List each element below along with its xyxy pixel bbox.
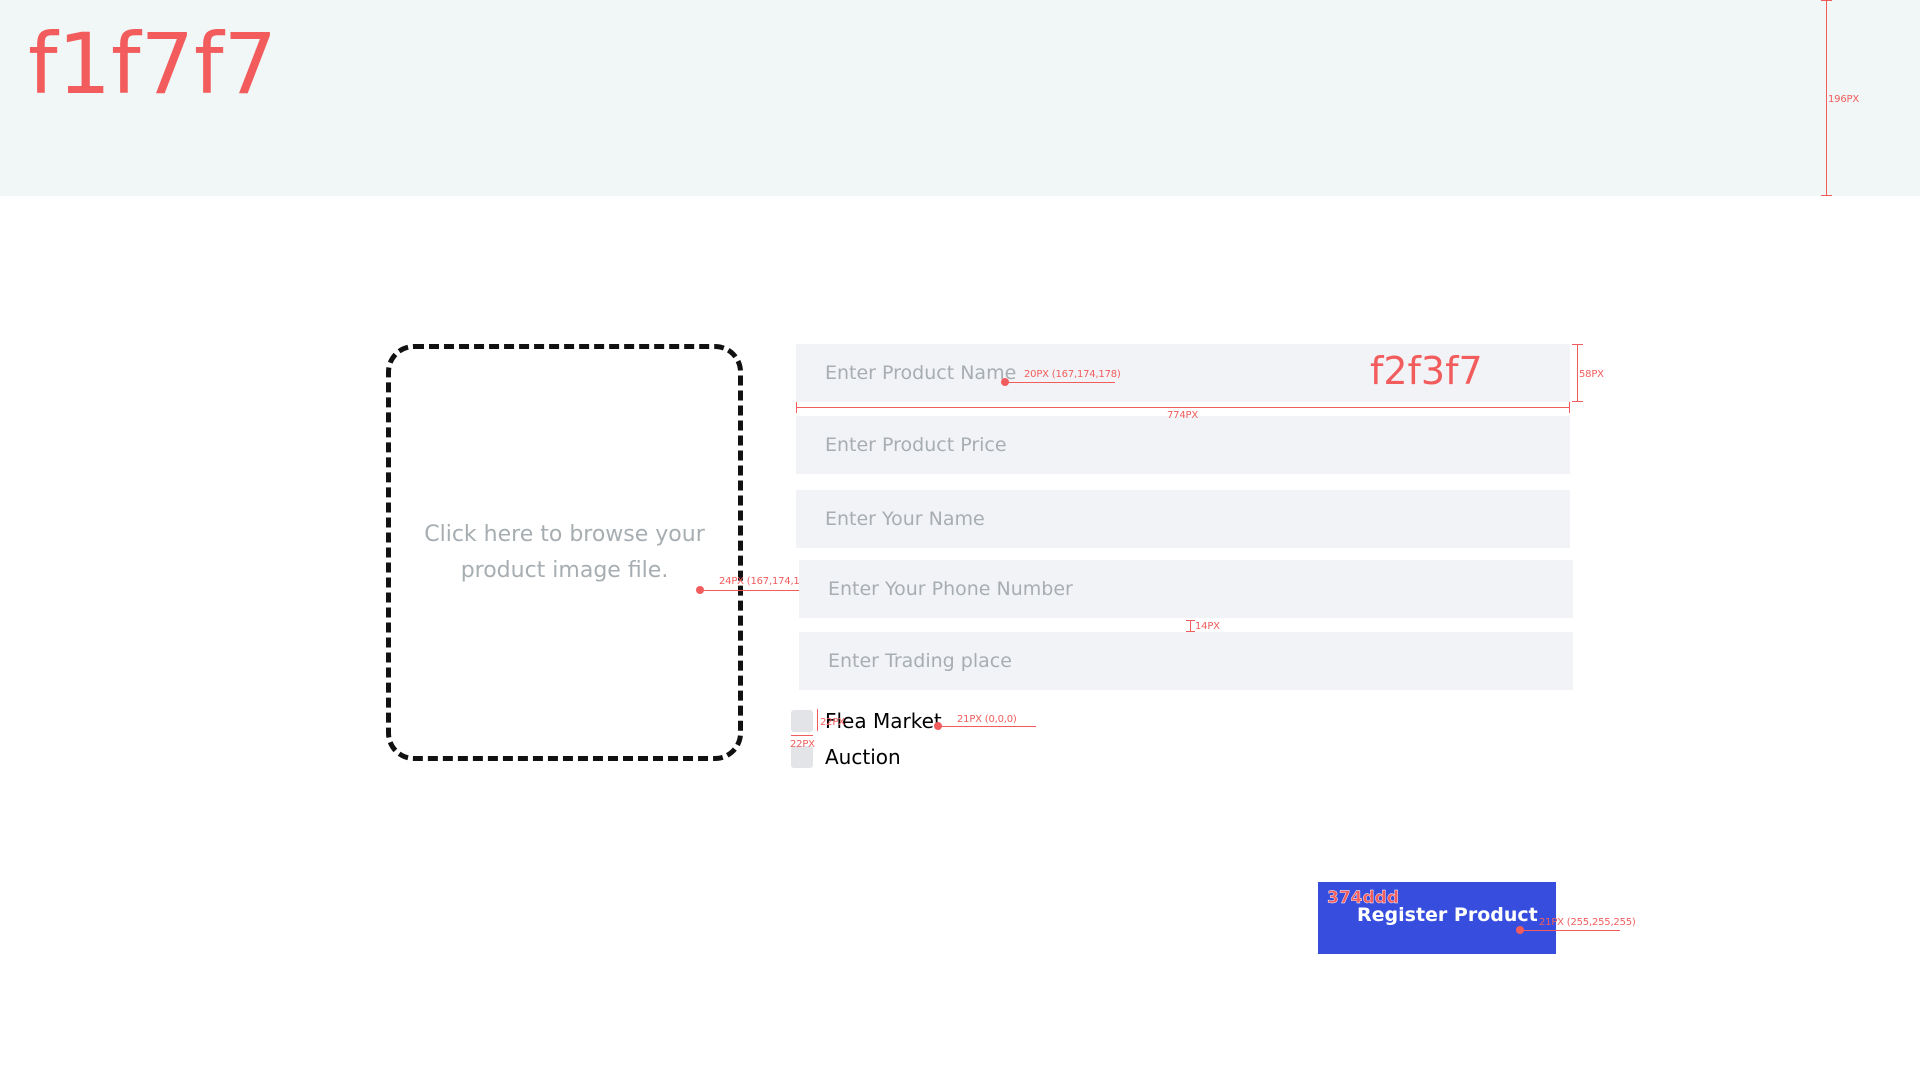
field-color-annotation: f2f3f7 xyxy=(1370,349,1483,393)
register-product-label: Register Product xyxy=(1357,904,1538,926)
field-height-measure-tick-bottom xyxy=(1572,401,1583,402)
page: f1f7f7 196PX Click here to browse your p… xyxy=(0,0,1920,1080)
button-text-spec-annotation: 21PX (255,255,255) xyxy=(1539,917,1636,928)
field-height-measure-tick-top xyxy=(1572,344,1583,345)
checkbox-width-annotation: 22PX xyxy=(790,739,815,750)
field-gap-measure-tick-bottom xyxy=(1186,631,1195,632)
field-width-measure-tick-left xyxy=(796,402,797,413)
field-text-spec-annotation: 20PX (167,174,178) xyxy=(1024,369,1121,380)
checkbox-height-measure-line xyxy=(817,709,818,731)
checkbox-width-measure-line xyxy=(791,735,813,736)
header-color-annotation: f1f7f7 xyxy=(28,15,278,113)
checkbox-label-spec-line xyxy=(938,726,1036,727)
checkbox-label-spec-annotation: 21PX (0,0,0) xyxy=(957,714,1017,725)
header-height-measure-tick-bottom xyxy=(1821,195,1832,196)
image-upload-dropzone[interactable]: Click here to browse your product image … xyxy=(386,344,743,761)
field-width-measure-tick-right xyxy=(1569,402,1570,413)
register-product-button[interactable]: 374ddd Register Product xyxy=(1318,882,1556,954)
field-width-annotation: 774PX xyxy=(1167,410,1198,421)
header-height-measure-line xyxy=(1826,0,1827,196)
button-text-spec-line xyxy=(1520,930,1620,931)
field-height-measure-line xyxy=(1577,344,1578,402)
your-name-input[interactable] xyxy=(796,490,1570,548)
upload-instruction-text: Click here to browse your product image … xyxy=(424,521,705,583)
auction-label: Auction xyxy=(825,745,901,769)
checkbox-height-annotation: 22PX xyxy=(820,717,845,728)
field-text-spec-line xyxy=(1005,382,1115,383)
field-width-measure-line xyxy=(796,407,1570,408)
flea-market-checkbox[interactable] xyxy=(791,710,813,732)
field-gap-measure-tick-top xyxy=(1186,620,1195,621)
field-gap-annotation: 14PX xyxy=(1195,621,1220,632)
flea-market-option[interactable]: Flea Market xyxy=(791,709,942,733)
phone-number-input[interactable] xyxy=(799,560,1573,618)
header-band xyxy=(0,0,1920,196)
trading-place-input[interactable] xyxy=(799,632,1573,690)
field-height-annotation: 58PX xyxy=(1579,369,1604,380)
header-height-annotation: 196PX xyxy=(1828,94,1859,105)
header-height-measure-tick-top xyxy=(1821,0,1832,1)
product-price-input[interactable] xyxy=(796,416,1570,474)
